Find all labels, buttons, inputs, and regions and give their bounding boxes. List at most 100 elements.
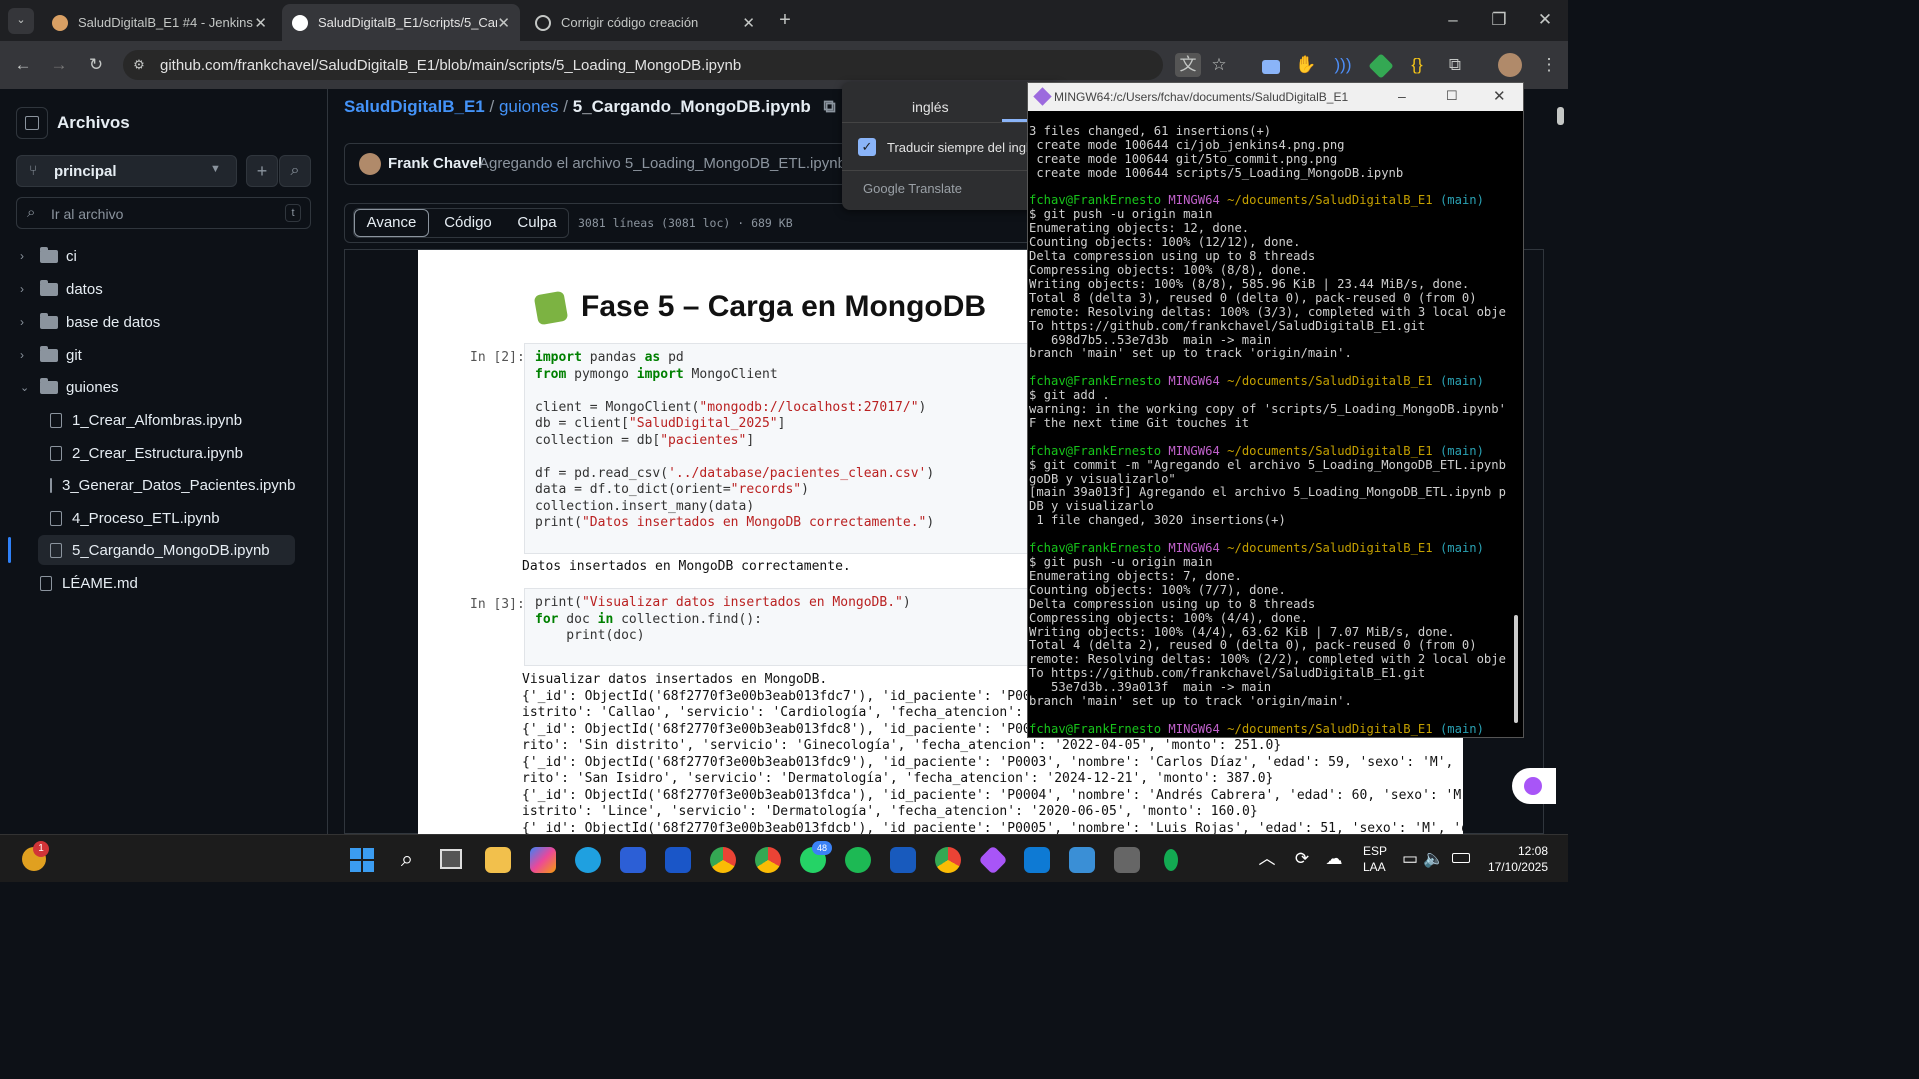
maximize-button[interactable]: ❐ [1486, 8, 1512, 32]
clock-time[interactable]: 12:08 [1500, 844, 1548, 858]
new-tab-button[interactable]: + [772, 8, 798, 34]
terminal-line: Enumerating objects: 7, done. [1029, 568, 1242, 583]
monitor-icon[interactable]: ▭ [1400, 847, 1420, 871]
store-icon[interactable] [620, 847, 646, 873]
branch-name: principal [54, 163, 117, 180]
chevron-up-icon[interactable]: ︿ [1257, 847, 1277, 871]
search-icon[interactable]: ⌕ [394, 847, 420, 871]
terminal-prompt: fchav@FrankErnesto MINGW64 ~/documents/S… [1029, 541, 1484, 556]
spotify-icon[interactable] [845, 847, 871, 873]
copilot-icon[interactable] [530, 847, 556, 873]
close-window-button[interactable]: ✕ [1532, 8, 1558, 32]
app-icon[interactable] [978, 845, 1008, 875]
tab-github[interactable]: SaludDigitalB_E1/scripts/5_Carg ✕ [282, 4, 520, 41]
tab-search-button[interactable]: ⌄ [8, 8, 34, 34]
search-icon[interactable]: ⌕ [279, 155, 311, 187]
tree-item-base-de-datos[interactable]: › base de datos [20, 307, 320, 337]
extension-icon[interactable]: {} [1404, 53, 1430, 77]
breadcrumb-separator: / [563, 97, 568, 116]
notification-badge: 1 [33, 841, 49, 857]
tab-chatgpt[interactable]: Corrigir código creación ✕ [525, 4, 765, 41]
app-icon[interactable] [1069, 847, 1095, 873]
reload-icon[interactable]: ↻ [83, 53, 109, 77]
avatar[interactable] [1498, 53, 1522, 77]
volume-icon[interactable]: 🔈 [1423, 847, 1444, 871]
maximize-button[interactable]: ☐ [1446, 88, 1458, 104]
tab-jenkins[interactable]: SaludDigitalB_E1 #4 - Jenkins ✕ [42, 4, 277, 41]
tree-item-ci[interactable]: › ci [20, 241, 320, 271]
breadcrumb-repo-link[interactable]: SaludDigitalB_E1 [344, 97, 485, 116]
cloud-icon[interactable]: ☁ [1322, 847, 1346, 871]
star-icon[interactable]: ☆ [1206, 53, 1232, 77]
forward-icon[interactable]: → [46, 53, 72, 77]
chrome-icon[interactable] [710, 847, 736, 873]
tree-item-file-selected[interactable]: 5_Cargando_MongoDB.ipynb [38, 535, 295, 565]
tree-item-file[interactable]: 4_Proceso_ETL.ipynb [50, 503, 295, 533]
chrome-icon[interactable] [935, 847, 961, 873]
edge-icon[interactable] [575, 847, 601, 873]
puzzle-icon[interactable]: ⧉ [1442, 53, 1468, 77]
commit-message[interactable]: Agregando el archivo 5_Loading_MongoDB_E… [479, 155, 872, 172]
add-file-button[interactable]: + [246, 155, 278, 187]
back-icon[interactable]: ← [10, 53, 36, 77]
minimize-button[interactable]: – [1440, 8, 1466, 32]
mongodb-icon[interactable] [1164, 849, 1178, 871]
chrome-icon[interactable] [755, 847, 781, 873]
page-scrollbar[interactable] [1553, 89, 1568, 834]
tree-item-guiones[interactable]: ⌄ guiones [20, 372, 320, 402]
tree-item-file[interactable]: 1_Crear_Alfombras.ipynb [50, 405, 295, 435]
terminal-window[interactable]: MINGW64:/c/Users/fchav/documents/SaludDi… [1027, 82, 1524, 738]
terminal-titlebar[interactable]: MINGW64:/c/Users/fchav/documents/SaludDi… [1028, 83, 1523, 111]
keyboard-layout-indicator[interactable]: LAA [1363, 860, 1386, 874]
language-indicator[interactable]: ESP [1363, 844, 1387, 858]
clock-date[interactable]: 17/10/2025 [1480, 860, 1548, 874]
minimize-button[interactable]: – [1398, 88, 1406, 104]
app-icon[interactable] [665, 847, 691, 873]
extension-icon[interactable]: ))) [1330, 53, 1356, 77]
terminal-scrollbar-thumb[interactable] [1514, 615, 1518, 723]
always-translate-checkbox[interactable]: ✓ [858, 138, 876, 156]
tree-item-readme[interactable]: LÉAME.md [40, 568, 340, 598]
tab-blame[interactable]: Culpa [504, 209, 570, 237]
tree-label: LÉAME.md [62, 574, 138, 592]
address-bar[interactable]: ⚙ github.com/frankchavel/SaludDigitalB_E… [123, 50, 1163, 80]
breadcrumb-folder-link[interactable]: guiones [499, 97, 559, 116]
close-icon[interactable]: ✕ [742, 14, 755, 32]
close-button[interactable]: ✕ [1493, 87, 1506, 105]
close-icon[interactable]: ✕ [254, 14, 267, 32]
terminal-line: Writing objects: 100% (8/8), 585.96 KiB … [1029, 276, 1470, 291]
tree-item-git[interactable]: › git [20, 340, 320, 370]
extension-icon[interactable]: ✋ [1293, 53, 1319, 77]
extension-icon[interactable] [1262, 60, 1280, 74]
url-text[interactable]: github.com/frankchavel/SaludDigitalB_E1/… [160, 57, 741, 74]
sync-icon[interactable]: ⟳ [1290, 847, 1314, 871]
windows-start-icon[interactable] [350, 848, 374, 872]
extension-icon[interactable] [1368, 53, 1394, 79]
assistant-bubble[interactable] [1512, 768, 1556, 804]
branch-selector[interactable]: ⑂ principal ▼ [16, 155, 237, 187]
tree-item-datos[interactable]: › datos [20, 274, 320, 304]
commit-author[interactable]: Frank Chavel [388, 155, 482, 172]
scrollbar-thumb[interactable] [1557, 107, 1564, 125]
site-info-icon[interactable]: ⚙ [129, 53, 149, 77]
source-language-tab[interactable]: inglés [912, 99, 949, 115]
collapse-sidebar-button[interactable] [16, 107, 48, 139]
tab-code[interactable]: Código [434, 209, 502, 237]
tab-label: SaludDigitalB_E1 #4 - Jenkins [78, 15, 253, 30]
copy-icon[interactable]: ⧉ [823, 97, 835, 116]
close-icon[interactable]: ✕ [497, 14, 510, 32]
app-icon[interactable] [1114, 847, 1140, 873]
tree-item-file[interactable]: 3_Generar_Datos_Pacientes.ipynb [50, 470, 295, 500]
vscode-icon[interactable] [1024, 847, 1050, 873]
terminal-output[interactable]: 3 files changed, 61 insertions(+) create… [1028, 111, 1508, 737]
menu-icon[interactable]: ⋮ [1536, 53, 1562, 77]
file-icon [50, 412, 62, 428]
tab-preview[interactable]: Avance [354, 209, 429, 237]
task-view-icon[interactable] [440, 849, 462, 869]
battery-icon[interactable] [1452, 853, 1470, 863]
tree-item-file[interactable]: 2_Crear_Estructura.ipynb [50, 438, 295, 468]
word-icon[interactable] [890, 847, 916, 873]
translate-icon[interactable]: 文 [1175, 53, 1201, 77]
go-to-file-input[interactable]: ⌕ Ir al archivo t [16, 197, 311, 229]
file-explorer-icon[interactable] [485, 847, 511, 873]
